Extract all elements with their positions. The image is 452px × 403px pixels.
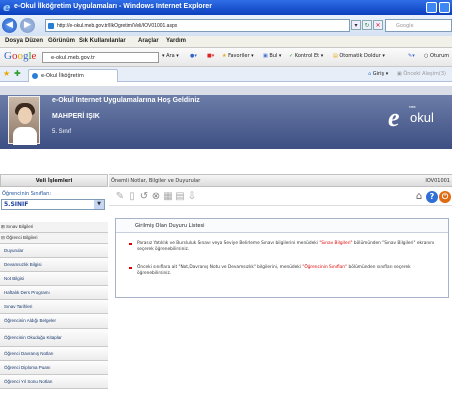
favoriler-button[interactable]: ★ Favoriler ▾ [222, 53, 254, 59]
ogrencinin-siniflari-link[interactable]: "Öğrencinin Sınıfları" [302, 265, 347, 270]
undo-icon[interactable]: ↺ [138, 191, 150, 203]
announcement-1: Parasız Yatılılık ve Bursluluk Sınavı ve… [129, 241, 435, 253]
bullet-icon [129, 242, 132, 245]
maximize-button[interactable] [439, 2, 450, 13]
announcement-2: Önceki sınıflara ait "Not,Davranış Notu … [129, 265, 435, 277]
menu-bar: Dosya Düzen Görünüm Sık Kullanılanlar Ar… [0, 36, 452, 48]
e-okul-logo: MEB e okul [382, 104, 452, 132]
logo-e: e [388, 103, 400, 132]
delete-icon[interactable]: ⊗ [150, 191, 162, 203]
menu-duzen[interactable]: Düzen [25, 38, 43, 44]
wrench-icon[interactable]: ✎▾ [408, 53, 415, 59]
sidebar-item-ders-programi[interactable]: Haftalık Ders Programı [0, 286, 108, 300]
search-input[interactable]: Google [385, 19, 452, 32]
menu-sik-kullanilanlar[interactable]: Sık Kullanılanlar [79, 38, 126, 44]
sidebar-item-not-bilgisi[interactable]: Not Bilgisi [0, 272, 108, 286]
bookmark-icon[interactable]: ■▾ [207, 53, 214, 59]
window-title-bar: e e-Okul İlköğretim Uygulamaları - Windo… [0, 0, 452, 15]
onceki-button[interactable]: ▣ Önceki Aleşim(3) [397, 71, 446, 77]
class-select[interactable]: 5.SINIF ▼ [1, 199, 105, 210]
announcement-panel: Girilmiş Olan Duyuru Listesi Parasız Yat… [115, 218, 449, 298]
address-input[interactable]: http://e-okul.meb.gov.tr/IlkOgretim/Veli… [45, 19, 350, 32]
menu-araclar[interactable]: Araçlar [138, 38, 159, 44]
chevron-down-icon[interactable]: ▼ [94, 200, 104, 209]
page-code: IOV01001 [425, 178, 450, 184]
minimize-button[interactable] [426, 2, 437, 13]
tab-bar: ★ ✚ e-Okul İlköğretim Uygulamaları ⌂ Gir… [0, 67, 452, 91]
address-toolbar: ◀ ▶ http://e-okul.meb.gov.tr/IlkOgretim/… [0, 15, 452, 36]
search-placeholder: Google [396, 23, 414, 29]
dropdown-icon[interactable]: ▾ [351, 20, 361, 30]
tab-favicon-icon [32, 73, 38, 79]
page-title: Önemli Notlar, Bilgiler ve Duyurular [111, 178, 201, 184]
window-title: e-Okul İlköğretim Uygulamaları - Windows… [14, 3, 212, 10]
oturum-button[interactable]: ○ Oturum [424, 53, 449, 59]
menu-dosya[interactable]: Dosya [5, 38, 23, 44]
main-heading-bar: Önemli Notlar, Bilgiler ve Duyurular IOV… [109, 174, 452, 187]
new-document-icon[interactable]: ▯ [126, 191, 138, 203]
sidebar-item-devamsizlik[interactable]: Devamsızlık Bilgisi [0, 258, 108, 272]
bullet-icon [129, 266, 132, 269]
sidebar-item-belgeler[interactable]: Öğrencinin Aldığı Belgeler [0, 314, 108, 329]
google-search-value: e-okul.meb.gov.tr [51, 55, 96, 61]
back-button[interactable]: ◀ [2, 18, 17, 33]
menu-gorunum[interactable]: Görünüm [48, 38, 75, 44]
export-icon[interactable]: ⇩ [186, 191, 198, 203]
logout-icon[interactable]: ⏻ [439, 191, 451, 203]
google-search-input[interactable]: e-okul.meb.gov.tr [42, 52, 159, 63]
student-name: MAHPERİ IŞIK [52, 113, 100, 120]
sidebar-item-diploma-puani[interactable]: Öğrenci Diploma Puanı [0, 361, 108, 375]
class-label: Öğrencinin Sınıfları: [2, 191, 52, 197]
site-header: e-Okul Internet Uygulamalarına Hoş Geldi… [0, 82, 452, 174]
header-top-strip [0, 86, 452, 95]
edit-icon[interactable]: ✎ [114, 191, 126, 203]
stop-icon[interactable]: ✕ [373, 20, 383, 30]
sidebar-item-kitaplar[interactable]: Öğrencinin Okuduğu Kitaplar [0, 329, 108, 347]
google-logo: Google [4, 50, 37, 62]
sidebar-item-ogrenci-bilgileri[interactable]: ⊟ Öğrenci Bilgileri [0, 233, 108, 244]
address-url: http://e-okul.meb.gov.tr/IlkOgretim/Veli… [57, 23, 178, 29]
sinav-bilgileri-link[interactable]: "Sınav Bilgileri" [319, 241, 352, 246]
menu-yardim[interactable]: Yardım [166, 38, 186, 44]
sidebar-item-duyurular[interactable]: Duyurular [0, 244, 108, 258]
student-class: 5. Sınıf [52, 129, 72, 135]
ie-logo-icon: e [3, 1, 11, 14]
sidebar-item-davranis-notlari[interactable]: Öğrenci Davranış Notları [0, 347, 108, 361]
table-icon[interactable]: ▦ [162, 191, 174, 203]
google-toolbar: Google e-okul.meb.gov.tr ▾ Ara ▾ ●▾ ■▾ ★… [0, 48, 452, 67]
refresh-icon[interactable]: ↻ [362, 20, 372, 30]
welcome-text: e-Okul Internet Uygulamalarına Hoş Geldi… [52, 97, 200, 104]
panel-title: Girilmiş Olan Duyuru Listesi [116, 219, 448, 233]
sidebar-item-yil-sonu-notlari[interactable]: Öğrenci Yıl Sonu Notları [0, 375, 108, 389]
favorites-star-icon[interactable]: ★ [3, 69, 10, 78]
otomatik-doldur-button[interactable]: ▤ Otomatik Doldur ▾ [333, 53, 385, 59]
sidebar-heading: Veli İşlemleri [0, 174, 108, 187]
main-toolbar: ✎ ▯ ↺ ⊗ ▦ ▤ ⇩ ⌂ ? ⏻ [109, 188, 452, 206]
kontrol-button[interactable]: ✓ Kontrol Et ▾ [289, 53, 323, 59]
logo-okul: okul [410, 110, 434, 125]
class-select-value: 5.SINIF [4, 201, 29, 208]
help-icon[interactable]: ? [426, 191, 438, 203]
tab-e-okul[interactable]: e-Okul İlköğretim Uygulamaları [28, 69, 118, 91]
student-photo [8, 96, 40, 145]
home-icon[interactable]: ⌂ [413, 191, 425, 203]
sidebar-item-sinav-bilgileri[interactable]: ⊞ Sınav Bilgileri [0, 222, 108, 233]
google-options-icon[interactable]: ●▾ [190, 53, 197, 59]
forward-button[interactable]: ▶ [20, 18, 35, 33]
bul-button[interactable]: ▣ Bul ▾ [263, 53, 281, 59]
page-icon [48, 23, 54, 29]
sidebar-item-sinav-tarihleri[interactable]: Sınav Tarihleri [0, 300, 108, 314]
logo-meb: MEB [409, 105, 416, 109]
giris-button[interactable]: ⌂ Giriş ▾ [368, 71, 388, 77]
google-ara-button[interactable]: ▾ Ara ▾ [162, 53, 179, 59]
print-icon[interactable]: ▤ [174, 191, 186, 203]
add-favorite-icon[interactable]: ✚ [14, 69, 21, 78]
